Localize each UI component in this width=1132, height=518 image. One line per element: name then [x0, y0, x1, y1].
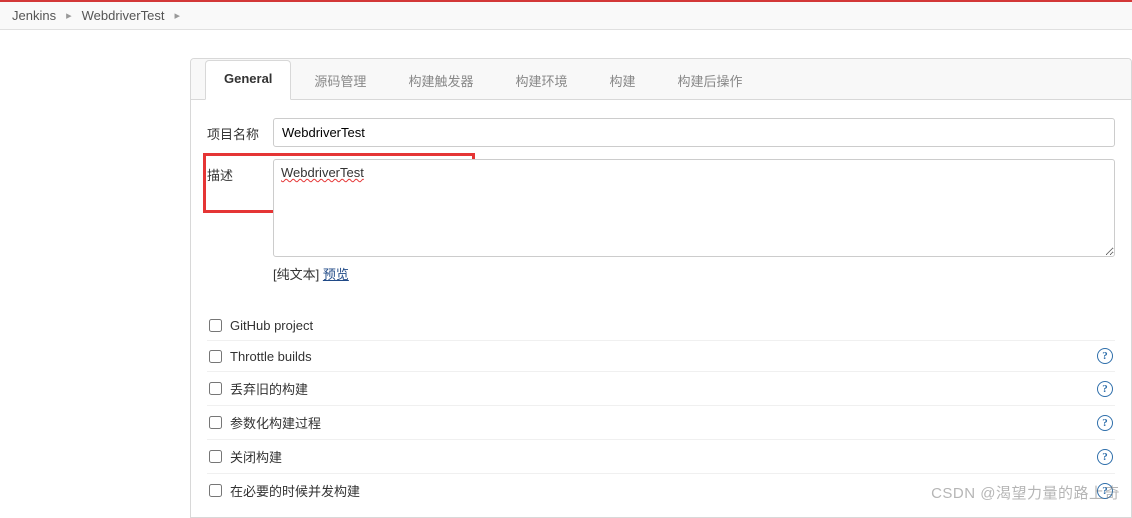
tab-postbuild[interactable]: 构建后操作 — [658, 60, 761, 100]
help-icon[interactable]: ? — [1097, 415, 1113, 431]
description-label: 描述 — [207, 159, 273, 184]
checkbox-label: Throttle builds — [230, 349, 1097, 364]
checkbox-label: 关闭构建 — [230, 447, 1097, 466]
checkbox-label: GitHub project — [230, 318, 1113, 333]
tab-environment[interactable]: 构建环境 — [496, 60, 586, 100]
checkbox-discard-old-builds[interactable] — [209, 382, 222, 395]
project-name-label: 项目名称 — [207, 118, 273, 143]
help-icon[interactable]: ? — [1097, 483, 1113, 499]
help-icon[interactable]: ? — [1097, 449, 1113, 465]
chevron-right-icon: ▸ — [174, 9, 180, 22]
checkbox-label: 参数化构建过程 — [230, 413, 1097, 432]
help-icon[interactable]: ? — [1097, 348, 1113, 364]
checkbox-label: 丢弃旧的构建 — [230, 379, 1097, 398]
breadcrumb-item-jenkins[interactable]: Jenkins — [12, 8, 56, 23]
format-prefix: [纯文本] — [273, 267, 319, 282]
help-icon[interactable]: ? — [1097, 381, 1113, 397]
project-name-input[interactable] — [273, 118, 1115, 147]
tab-general[interactable]: General — [205, 60, 291, 100]
config-panel: General 源码管理 构建触发器 构建环境 构建 构建后操作 项目名称 描述 — [190, 58, 1132, 518]
checkbox-throttle-builds[interactable] — [209, 350, 222, 363]
preview-link[interactable]: 预览 — [323, 267, 349, 282]
tab-bar: General 源码管理 构建触发器 构建环境 构建 构建后操作 — [191, 59, 1131, 100]
breadcrumb: Jenkins ▸ WebdriverTest ▸ — [0, 2, 1132, 30]
checkbox-disable-build[interactable] — [209, 450, 222, 463]
tab-triggers[interactable]: 构建触发器 — [389, 60, 492, 100]
checkbox-label: 在必要的时候并发构建 — [230, 481, 1097, 500]
chevron-right-icon: ▸ — [66, 9, 72, 22]
breadcrumb-item-project[interactable]: WebdriverTest — [82, 8, 165, 23]
tab-build[interactable]: 构建 — [590, 60, 654, 100]
checkbox-concurrent-build[interactable] — [209, 484, 222, 497]
checkbox-parameterized[interactable] — [209, 416, 222, 429]
tab-scm[interactable]: 源码管理 — [295, 60, 385, 100]
description-textarea[interactable] — [273, 159, 1115, 257]
checkbox-github-project[interactable] — [209, 319, 222, 332]
